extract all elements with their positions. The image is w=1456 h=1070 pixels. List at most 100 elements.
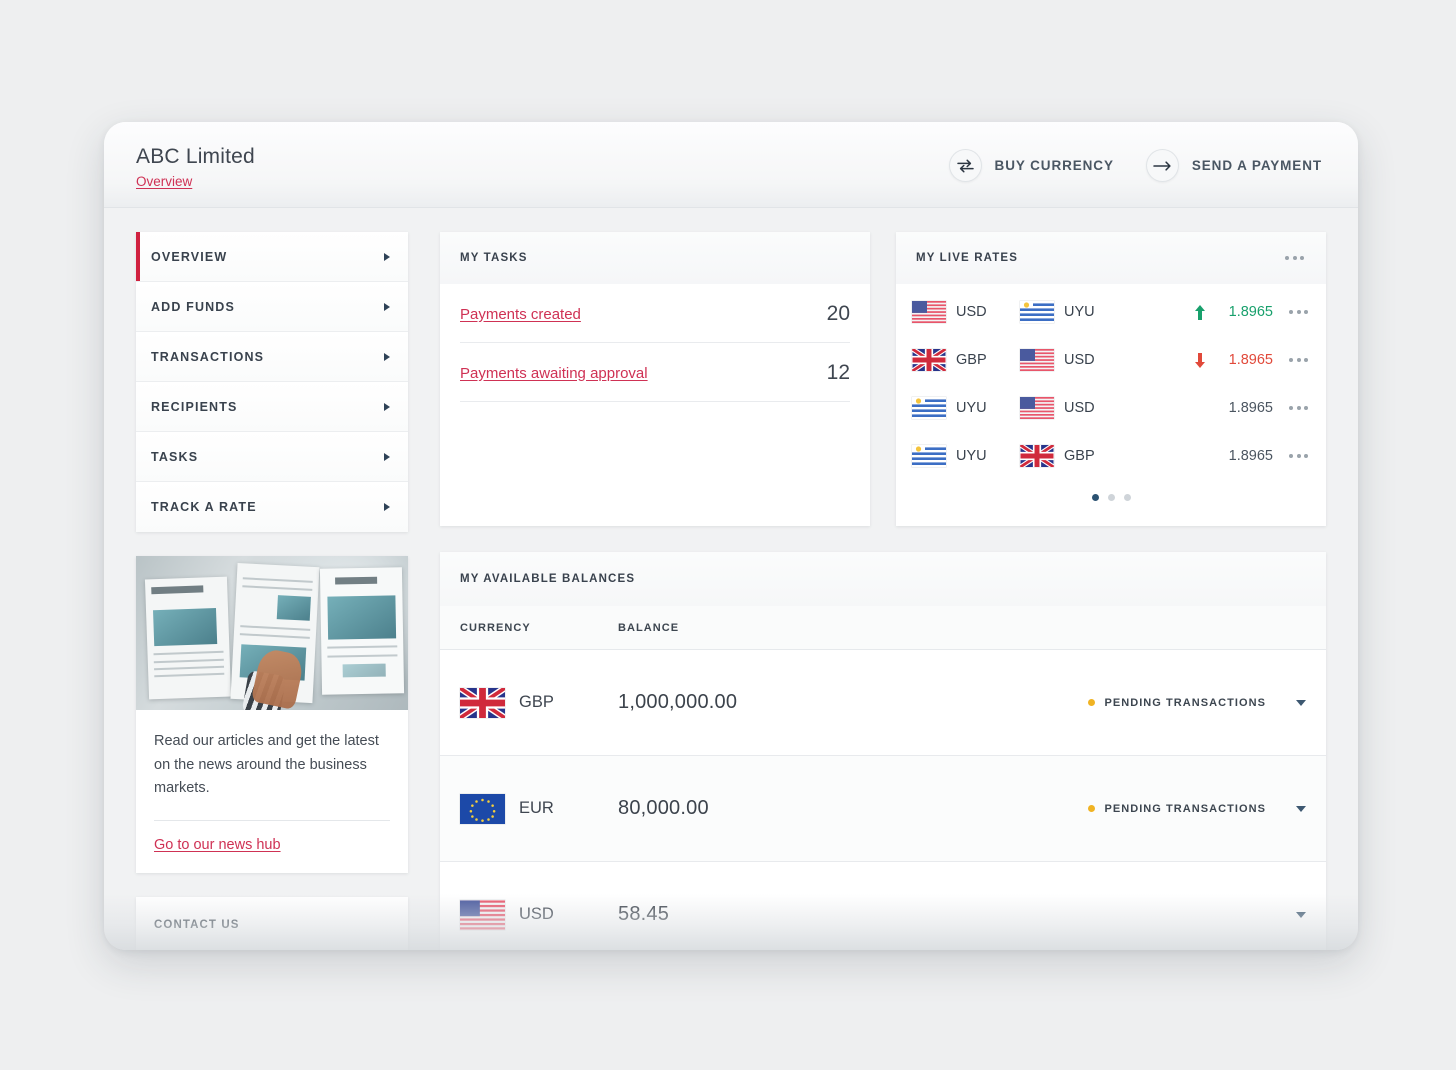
ellipsis-icon[interactable] xyxy=(1287,304,1310,320)
flag-us-icon xyxy=(1020,397,1054,419)
task-row[interactable]: Payments awaiting approval 12 xyxy=(460,343,850,402)
chevron-down-icon[interactable] xyxy=(1296,911,1306,918)
rate-to-code: UYU xyxy=(1064,304,1095,320)
ellipsis-icon[interactable] xyxy=(1287,352,1310,368)
rate-row[interactable]: UYU USD 1.8965 xyxy=(912,384,1310,432)
rate-value-group: 1.8965 xyxy=(1195,448,1310,464)
brand-block: ABC Limited Overview xyxy=(136,138,255,190)
sidebar-item-label: TRANSACTIONS xyxy=(151,349,265,364)
task-count: 12 xyxy=(826,361,850,384)
sidebar-item-label: TRACK A RATE xyxy=(151,500,257,514)
news-promo-card: Read our articles and get the latest on … xyxy=(136,556,408,873)
divider xyxy=(154,819,390,821)
chevron-right-icon xyxy=(384,503,390,511)
top-cards-row: MY TASKS Payments created 20 Payments aw… xyxy=(440,232,1326,526)
ellipsis-icon[interactable] xyxy=(1287,448,1310,464)
sidebar-item-add-funds[interactable]: ADD FUNDS xyxy=(136,282,408,332)
send-payment-label: SEND A PAYMENT xyxy=(1191,158,1322,173)
balance-amount: 80,000.00 xyxy=(618,797,709,819)
rate-row[interactable]: USD UYU 1.8965 xyxy=(912,288,1310,336)
flag-uy-icon xyxy=(912,397,946,419)
app-window: ABC Limited Overview BUY CURRENCY SEND A… xyxy=(104,122,1358,950)
my-live-rates-title: MY LIVE RATES xyxy=(916,252,1019,264)
rate-from-code: UYU xyxy=(956,448,987,464)
chevron-down-icon[interactable] xyxy=(1296,805,1306,812)
column-header-balance: BALANCE xyxy=(618,621,680,634)
news-hub-link[interactable]: Go to our news hub xyxy=(154,837,281,853)
pagination-dot-1[interactable] xyxy=(1091,494,1099,501)
chevron-right-icon xyxy=(384,402,390,411)
my-tasks-title: MY TASKS xyxy=(460,252,528,264)
ellipsis-icon[interactable] xyxy=(1283,250,1306,266)
chevron-right-icon xyxy=(384,352,390,361)
task-count: 20 xyxy=(826,302,850,325)
status-dot-icon xyxy=(1088,805,1096,812)
rate-to-code: GBP xyxy=(1064,448,1095,464)
task-link[interactable]: Payments awaiting approval xyxy=(460,365,648,382)
balance-amount: 58.45 xyxy=(618,903,670,925)
buy-currency-button[interactable]: BUY CURRENCY xyxy=(948,149,1114,182)
chevron-down-icon[interactable] xyxy=(1296,699,1306,706)
balances-header: MY AVAILABLE BALANCES xyxy=(440,552,1326,606)
balances-title: MY AVAILABLE BALANCES xyxy=(460,573,636,585)
rate-value-group: 1.8965 xyxy=(1195,400,1310,416)
sidebar-item-transactions[interactable]: TRANSACTIONS xyxy=(136,332,408,382)
ellipsis-icon[interactable] xyxy=(1287,400,1310,416)
pagination-dot-2[interactable] xyxy=(1107,494,1115,501)
rate-to-code: USD xyxy=(1064,400,1095,416)
rate-from: UYU xyxy=(912,445,1020,467)
sidebar-item-label: ADD FUNDS xyxy=(151,299,235,314)
rate-row[interactable]: UYU GBP 1.8965 xyxy=(912,432,1310,480)
arrow-right-icon xyxy=(1145,149,1179,182)
balance-currency: USD xyxy=(460,899,618,930)
trend-up-icon xyxy=(1195,304,1205,320)
task-link[interactable]: Payments created xyxy=(460,306,581,323)
trend-none-icon xyxy=(1195,449,1205,464)
contact-us-card[interactable]: CONTACT US xyxy=(136,896,408,950)
my-available-balances-card: MY AVAILABLE BALANCES CURRENCY BALANCE G… xyxy=(440,552,1326,950)
table-row[interactable]: GBP 1,000,000.00 PENDING TRANSACTIONS xyxy=(440,650,1326,756)
chevron-right-icon xyxy=(384,302,390,311)
rate-row[interactable]: GBP USD 1.8965 xyxy=(912,336,1310,384)
sidebar-item-tasks[interactable]: TASKS xyxy=(136,432,408,482)
sidebar-item-label: OVERVIEW xyxy=(151,249,228,264)
promo-text: Read our articles and get the latest on … xyxy=(154,733,379,797)
sidebar-item-recipients[interactable]: RECIPIENTS xyxy=(136,382,408,432)
flag-us-icon xyxy=(1020,349,1054,371)
trend-none-icon xyxy=(1195,401,1205,416)
rate-value: 1.8965 xyxy=(1228,352,1273,368)
left-column: OVERVIEW ADD FUNDS TRANSACTIONS RECIPIEN… xyxy=(136,232,408,950)
flag-us-icon xyxy=(912,301,946,323)
rate-to: UYU xyxy=(1020,301,1128,323)
rate-to: USD xyxy=(1020,397,1128,419)
my-live-rates-header: MY LIVE RATES xyxy=(896,232,1326,284)
rates-pagination xyxy=(912,494,1310,501)
rate-from-code: GBP xyxy=(956,352,987,368)
header-actions: BUY CURRENCY SEND A PAYMENT xyxy=(948,147,1322,182)
table-row[interactable]: EUR 80,000.00 PENDING TRANSACTIONS xyxy=(440,756,1326,862)
flag-gb-icon xyxy=(460,687,505,718)
rate-from: UYU xyxy=(912,397,1020,419)
page-title: ABC Limited xyxy=(136,145,255,169)
row-actions xyxy=(1296,911,1306,918)
sidebar-item-label: TASKS xyxy=(151,449,199,464)
status-badge[interactable]: PENDING TRANSACTIONS xyxy=(1088,697,1266,709)
table-row[interactable]: USD 58.45 xyxy=(440,862,1326,950)
currency-code: USD xyxy=(519,905,554,923)
sidebar-item-overview[interactable]: OVERVIEW xyxy=(136,232,408,282)
send-payment-button[interactable]: SEND A PAYMENT xyxy=(1145,149,1322,182)
task-row[interactable]: Payments created 20 xyxy=(460,284,850,343)
sidebar-item-track-a-rate[interactable]: TRACK A RATE xyxy=(136,482,408,532)
balance-amount: 1,000,000.00 xyxy=(618,691,738,713)
my-tasks-card: MY TASKS Payments created 20 Payments aw… xyxy=(440,232,870,526)
status-badge[interactable]: PENDING TRANSACTIONS xyxy=(1088,803,1266,815)
row-actions: PENDING TRANSACTIONS xyxy=(1088,697,1306,709)
sidebar-item-label: RECIPIENTS xyxy=(151,399,238,414)
pagination-dot-3[interactable] xyxy=(1123,494,1131,501)
exchange-icon xyxy=(948,149,982,182)
currency-code: EUR xyxy=(519,799,554,817)
breadcrumb[interactable]: Overview xyxy=(136,174,192,189)
chevron-right-icon xyxy=(384,252,390,261)
flag-us-icon xyxy=(460,899,505,930)
rate-value: 1.8965 xyxy=(1228,400,1273,416)
